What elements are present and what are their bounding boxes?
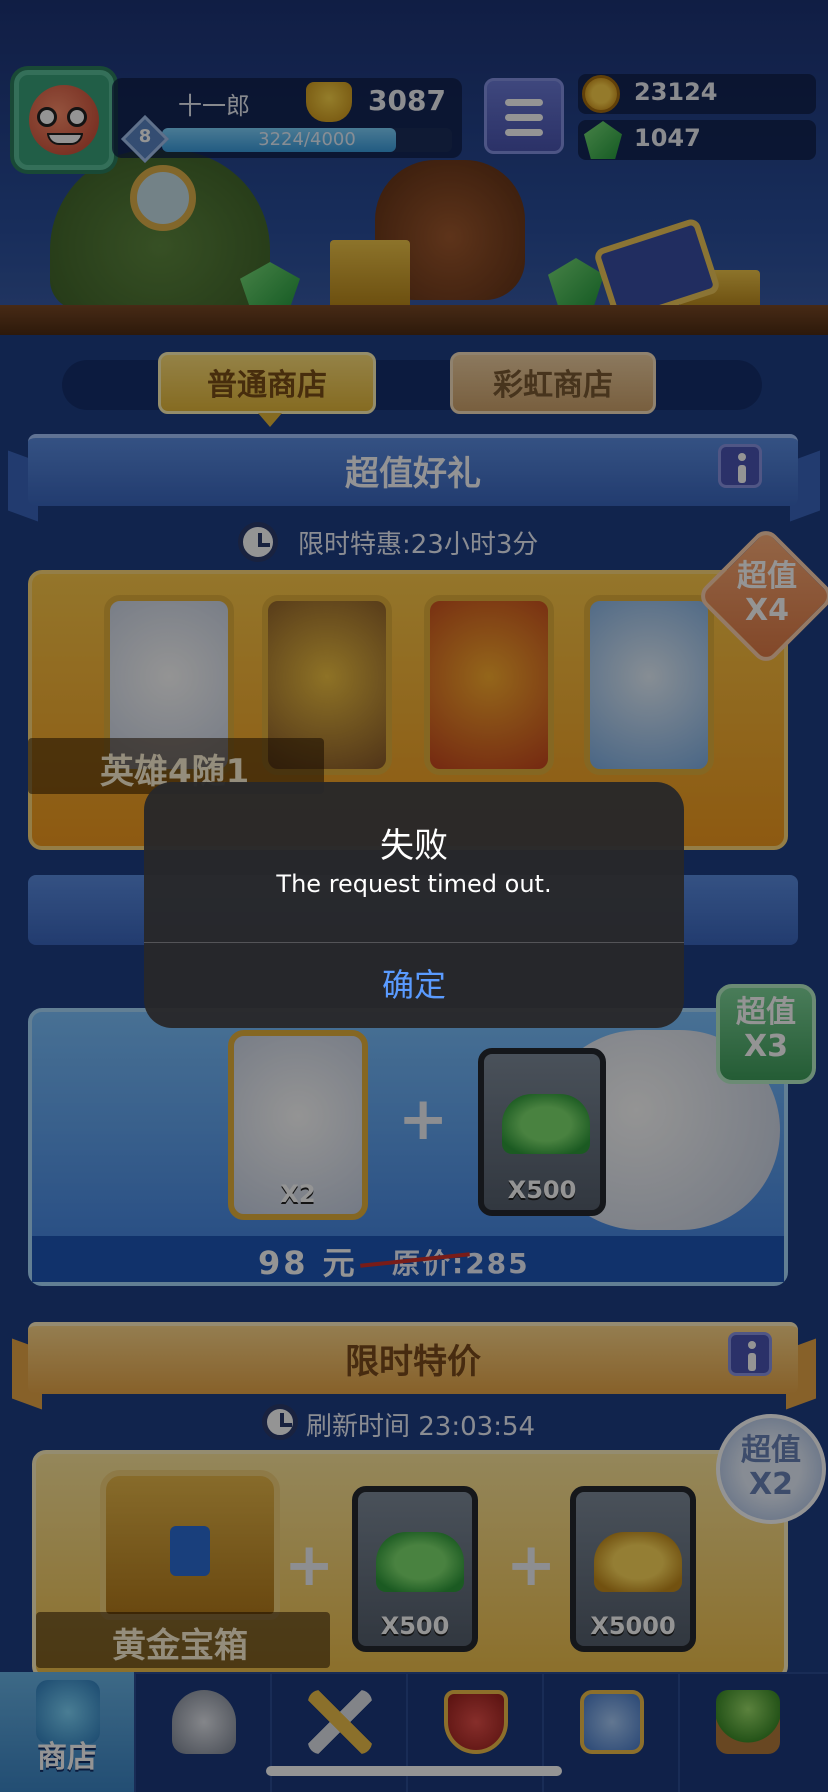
alert-message: The request timed out. <box>276 870 552 898</box>
alert-confirm-button[interactable]: 确定 <box>144 943 684 1028</box>
alert-title: 失败 <box>380 826 448 866</box>
alert-dialog: 失败 The request timed out. 确定 <box>144 782 684 1028</box>
